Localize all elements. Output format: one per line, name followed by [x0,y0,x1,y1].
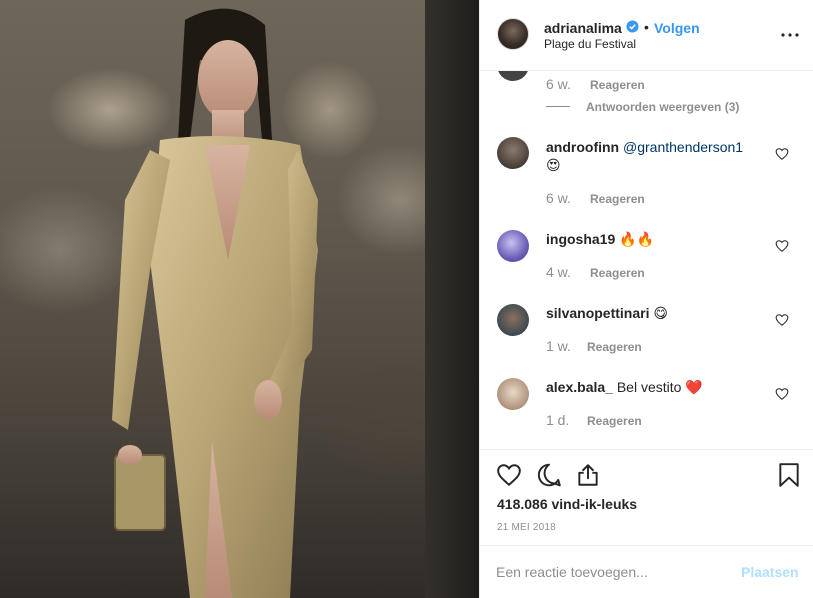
reply-button[interactable]: Reageren [587,414,642,428]
comment-icon[interactable] [536,462,562,488]
add-comment-input[interactable] [496,562,726,582]
like-comment-icon[interactable] [775,387,789,401]
comment-body: 🔥🔥 [619,231,655,247]
reply-button[interactable]: Reageren [587,340,642,354]
view-replies-button[interactable]: Antwoorden weergeven (3) [586,100,739,114]
like-comment-icon[interactable] [775,313,789,327]
post-location[interactable]: Plage du Festival [544,37,636,51]
comment-body: 😍 [546,157,561,173]
view-replies-divider [546,106,570,107]
comment-body: Bel vestito ❤️ [616,379,703,395]
comment-username[interactable]: silvanopettinari [546,305,649,321]
post-details-panel: adrianalima • Volgen Plage du Festival 6… [479,0,813,598]
comment-avatar[interactable] [497,137,529,169]
share-icon[interactable] [575,462,601,488]
header-separator: • [644,19,649,35]
like-comment-icon[interactable] [775,147,789,161]
comment-text: silvanopettinari 😋 [546,304,766,322]
comment-text: alex.bala_ Bel vestito ❤️ [546,378,766,396]
post-date[interactable]: 21 MEI 2018 [497,522,556,533]
follow-button[interactable]: Volgen [654,20,700,36]
more-options-icon[interactable] [779,24,801,46]
post-actions: 418.086 vind-ik-leuks 21 MEI 2018 [480,449,813,545]
reply-button[interactable]: Reageren [590,78,645,92]
comment-mention[interactable]: @granthenderson1 [623,139,743,155]
like-icon[interactable] [496,462,522,488]
comment-time: 6 w. [546,76,571,92]
save-bookmark-icon[interactable] [776,462,802,488]
comment-text: androofinn @granthenderson1 😍 [546,138,766,174]
comment-time: 4 w. [546,264,571,280]
author-username[interactable]: adrianalima [544,20,622,36]
comment-avatar[interactable] [497,230,529,262]
comment-avatar[interactable] [497,378,529,410]
comment-time: 1 d. [546,412,570,428]
post-photo[interactable] [0,0,479,598]
comment-username[interactable]: androofinn [546,139,619,155]
comment-composer: Plaatsen [480,545,813,598]
likes-count[interactable]: 418.086 vind-ik-leuks [497,496,637,512]
author-avatar[interactable] [497,18,529,50]
model-figure [112,8,318,598]
reply-button[interactable]: Reageren [590,192,645,206]
comment-time: 1 w. [546,338,571,354]
comment-text: ingosha19 🔥🔥 [546,230,766,248]
comment-username[interactable]: ingosha19 [546,231,615,247]
comment-body: 😋 [653,305,668,321]
reply-button[interactable]: Reageren [590,266,645,280]
post-comment-button[interactable]: Plaatsen [741,564,799,580]
comment-avatar[interactable] [497,304,529,336]
comment-time: 6 w. [546,190,571,206]
like-comment-icon[interactable] [775,239,789,253]
post-header: adrianalima • Volgen Plage du Festival [480,0,813,71]
verified-badge-icon [626,20,639,33]
comments-list[interactable]: 6 w. Reageren Antwoorden weergeven (3) a… [480,71,813,449]
comment-avatar[interactable] [497,71,529,81]
comment-username[interactable]: alex.bala_ [546,379,613,395]
